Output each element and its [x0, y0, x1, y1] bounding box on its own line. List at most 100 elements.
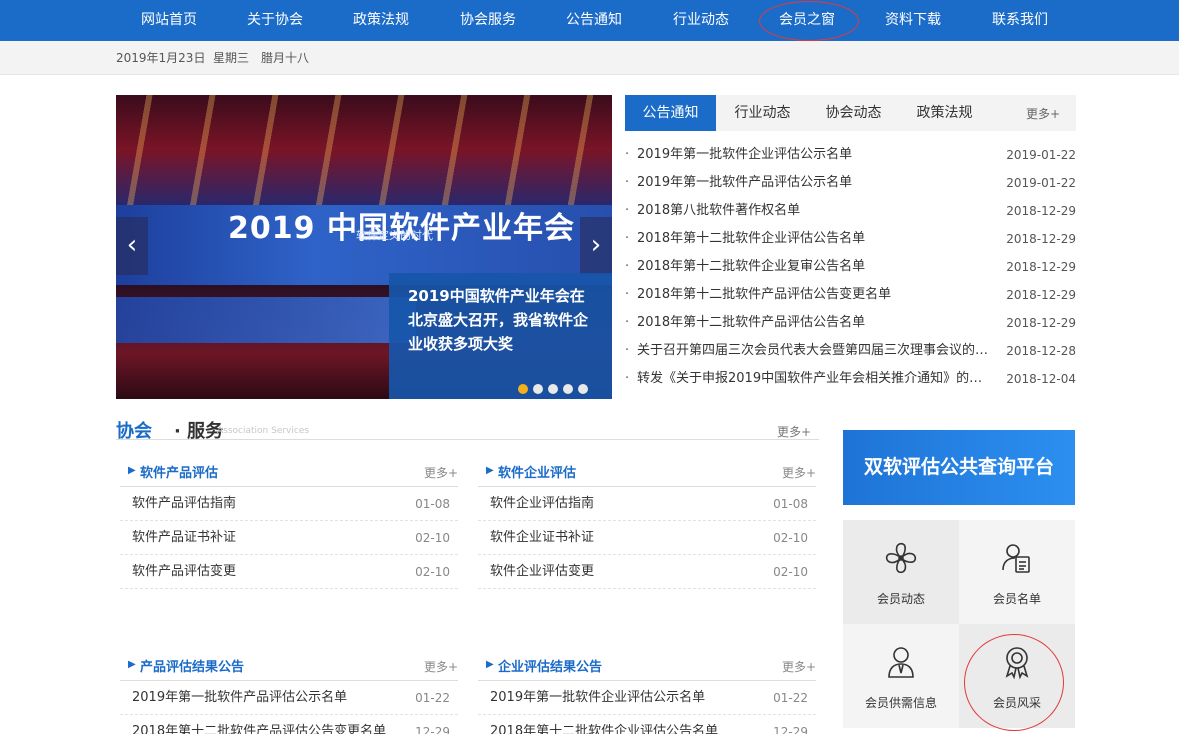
list-item[interactable]: 2018年第十二批软件产品评估公告变更名单 12-29 — [120, 715, 458, 734]
news-item[interactable]: · 2018年第十二批软件产品评估公告变更名单 2018-12-29 — [625, 281, 1076, 309]
banner-slider[interactable]: 2019 中国软件产业年会 软件定义的时代 ‹ › 2019中国软件产业年会在北… — [116, 95, 612, 399]
news-date: 2018-12-29 — [1006, 288, 1076, 302]
services-title-en: Association Services — [217, 426, 310, 436]
highlight-circle — [964, 634, 1064, 731]
top-nav: 网站首页 关于协会 政策法规 协会服务 公告通知 行业动态 会员之窗 资料下载 … — [0, 0, 1179, 41]
list-item-date: 12-29 — [415, 725, 450, 734]
list-item-title[interactable]: 2019年第一批软件企业评估公示名单 — [490, 681, 705, 715]
service-box-title[interactable]: 企业评估结果公告 — [498, 656, 602, 675]
tab-association[interactable]: 协会动态 — [808, 95, 899, 131]
list-item-date: 01-22 — [773, 691, 808, 705]
tab-industry[interactable]: 行业动态 — [717, 95, 808, 131]
news-title[interactable]: 2018第八批软件著作权名单 — [637, 197, 995, 225]
lunar-date-text: 腊月十八 — [261, 51, 310, 65]
list-item-title[interactable]: 2018年第十二批软件企业评估公告名单 — [490, 715, 718, 734]
news-title[interactable]: 关于召开第四届三次会员代表大会暨第四届三次理事会议的通知 — [637, 337, 995, 365]
bullet-icon: · — [625, 343, 630, 358]
member-list-tile[interactable]: 会员名单 — [959, 520, 1075, 624]
list-item[interactable]: 软件产品评估变更 02-10 — [120, 555, 458, 589]
service-box: ▶ 产品评估结果公告 更多+ 2019年第一批软件产品评估公示名单 01-22 2018年… — [120, 654, 458, 734]
news-item[interactable]: · 2019年第一批软件产品评估公示名单 2019-01-22 — [625, 169, 1076, 197]
bullet-icon: · — [625, 371, 630, 386]
slider-dot[interactable] — [548, 384, 558, 394]
news-item[interactable]: · 转发《关于申报2019中国软件产业年会相关推介通知》的通知 2018-12-04 — [625, 365, 1076, 393]
service-box-more-link[interactable]: 更多+ — [782, 464, 816, 481]
news-title[interactable]: 2018年第十二批软件产品评估公告变更名单 — [637, 281, 995, 309]
bullet-icon: · — [625, 147, 630, 162]
list-item-title[interactable]: 2018年第十二批软件产品评估公告变更名单 — [132, 715, 386, 734]
banner-lower-screen — [116, 297, 416, 343]
slider-dot[interactable] — [533, 384, 543, 394]
list-item[interactable]: 软件产品评估指南 01-08 — [120, 487, 458, 521]
news-item[interactable]: · 2018第八批软件著作权名单 2018-12-29 — [625, 197, 1076, 225]
list-item[interactable]: 2019年第一批软件企业评估公示名单 01-22 — [478, 681, 816, 715]
news-item[interactable]: · 2018年第十二批软件企业评估公告名单 2018-12-29 — [625, 225, 1076, 253]
nav-industry[interactable]: 行业动态 — [656, 0, 746, 41]
news-item[interactable]: · 2019年第一批软件企业评估公示名单 2019-01-22 — [625, 141, 1076, 169]
list-item-title[interactable]: 软件产品评估指南 — [132, 487, 236, 521]
slider-dot[interactable] — [578, 384, 588, 394]
news-title[interactable]: 2019年第一批软件企业评估公示名单 — [637, 141, 995, 169]
news-item[interactable]: · 2018年第十二批软件产品评估公告名单 2018-12-29 — [625, 309, 1076, 337]
chevron-left-icon: ‹ — [126, 230, 138, 260]
list-item-title[interactable]: 2019年第一批软件产品评估公示名单 — [132, 681, 347, 715]
news-title[interactable]: 转发《关于申报2019中国软件产业年会相关推介通知》的通知 — [637, 365, 995, 393]
services-more-link[interactable]: 更多+ — [777, 423, 811, 440]
list-item-date: 02-10 — [415, 531, 450, 545]
service-box: ▶ 软件产品评估 更多+ 软件产品评估指南 01-08 软件产品证书补证 02-10 软件产品… — [120, 460, 458, 589]
news-title[interactable]: 2018年第十二批软件企业复审公告名单 — [637, 253, 995, 281]
triangle-right-icon: ▶ — [486, 465, 494, 476]
news-date: 2018-12-29 — [1006, 260, 1076, 274]
news-title[interactable]: 2018年第十二批软件产品评估公告名单 — [637, 309, 995, 337]
news-item[interactable]: · 2018年第十二批软件企业复审公告名单 2018-12-29 — [625, 253, 1076, 281]
nav-notices[interactable]: 公告通知 — [549, 0, 639, 41]
nav-policy[interactable]: 政策法规 — [336, 0, 426, 41]
triangle-right-icon: ▶ — [486, 659, 494, 670]
slider-dot[interactable] — [563, 384, 573, 394]
service-box-title[interactable]: 软件产品评估 — [140, 462, 218, 481]
list-item[interactable]: 2018年第十二批软件企业评估公告名单 12-29 — [478, 715, 816, 734]
list-item[interactable]: 2019年第一批软件产品评估公示名单 01-22 — [120, 681, 458, 715]
service-box-title[interactable]: 产品评估结果公告 — [140, 656, 244, 675]
list-item[interactable]: 软件企业评估指南 01-08 — [478, 487, 816, 521]
list-item-title[interactable]: 软件产品评估变更 — [132, 555, 236, 589]
services-section-header: 协会 · 服务 Association Services 更多+ — [116, 420, 819, 442]
list-item-date: 12-29 — [773, 725, 808, 734]
list-item[interactable]: 软件企业评估变更 02-10 — [478, 555, 816, 589]
news-title[interactable]: 2018年第十二批软件企业评估公告名单 — [637, 225, 995, 253]
member-supply-demand-tile[interactable]: 会员供需信息 — [843, 624, 959, 728]
slider-next-button[interactable]: › — [580, 217, 612, 275]
news-item[interactable]: · 关于召开第四届三次会员代表大会暨第四届三次理事会议的通知 2018-12-28 — [625, 337, 1076, 365]
service-box-more-link[interactable]: 更多+ — [782, 658, 816, 675]
list-item-title[interactable]: 软件企业评估变更 — [490, 555, 594, 589]
nav-services[interactable]: 协会服务 — [443, 0, 533, 41]
pinwheel-icon — [885, 542, 917, 574]
member-news-tile[interactable]: 会员动态 — [843, 520, 959, 624]
service-box-title[interactable]: 软件企业评估 — [498, 462, 576, 481]
list-item[interactable]: 软件产品证书补证 02-10 — [120, 521, 458, 555]
tab-policy[interactable]: 政策法规 — [899, 95, 990, 131]
bullet-icon: · — [625, 203, 630, 218]
nav-downloads[interactable]: 资料下载 — [868, 0, 958, 41]
nav-home[interactable]: 网站首页 — [124, 0, 214, 41]
news-date: 2018-12-28 — [1006, 344, 1076, 358]
tab-notices[interactable]: 公告通知 — [625, 95, 716, 131]
nav-contact[interactable]: 联系我们 — [975, 0, 1065, 41]
slider-prev-button[interactable]: ‹ — [116, 217, 148, 275]
service-box-more-link[interactable]: 更多+ — [424, 464, 458, 481]
list-item-title[interactable]: 软件产品证书补证 — [132, 521, 236, 555]
list-item[interactable]: 软件企业证书补证 02-10 — [478, 521, 816, 555]
person-tie-icon — [888, 647, 914, 678]
member-list-icon — [1002, 544, 1030, 573]
news-date: 2018-12-04 — [1006, 372, 1076, 386]
slider-dot[interactable] — [518, 384, 528, 394]
dual-soft-query-platform-banner[interactable]: 双软评估公共查询平台 — [843, 430, 1075, 505]
news-title[interactable]: 2019年第一批软件产品评估公示名单 — [637, 169, 995, 197]
bullet-icon: · — [625, 315, 630, 330]
service-box-more-link[interactable]: 更多+ — [424, 658, 458, 675]
list-item-title[interactable]: 软件企业证书补证 — [490, 521, 594, 555]
list-item-date: 02-10 — [415, 565, 450, 579]
nav-about[interactable]: 关于协会 — [230, 0, 320, 41]
news-more-link[interactable]: 更多+ — [1026, 95, 1060, 133]
list-item-title[interactable]: 软件企业评估指南 — [490, 487, 594, 521]
